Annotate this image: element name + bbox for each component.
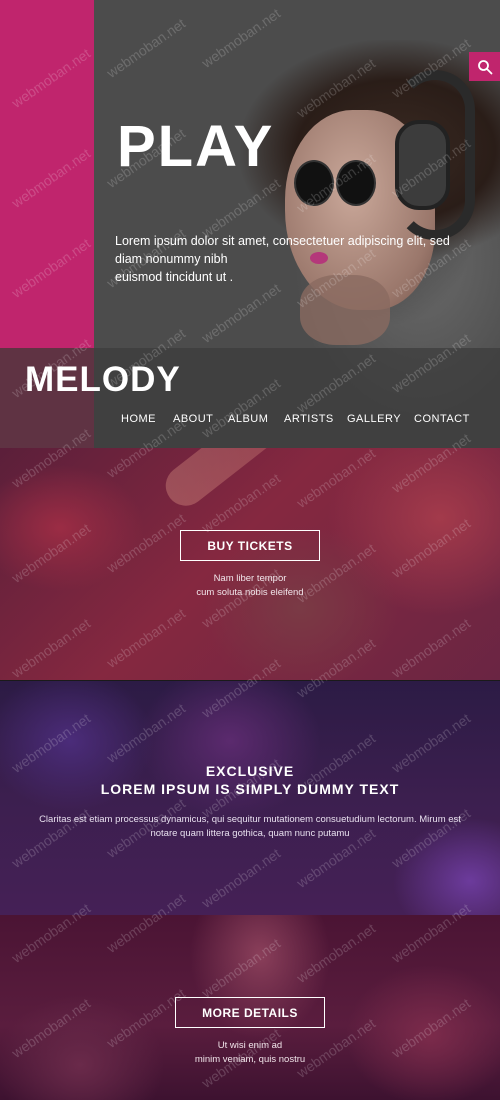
hero-text-line-2: diam nonummy nibh bbox=[115, 252, 228, 266]
tickets-caption-line-1: Nam liber tempor bbox=[213, 573, 287, 584]
exclusive-section: EXCLUSIVE LOREM IPSUM IS SIMPLY DUMMY TE… bbox=[0, 681, 500, 915]
nav-gallery[interactable]: GALLERY bbox=[347, 413, 401, 425]
tickets-caption: Nam liber tempor cum soluta nobis eleife… bbox=[0, 572, 500, 600]
headphone-cup-image bbox=[395, 120, 450, 210]
accent-strip bbox=[0, 0, 94, 348]
search-icon bbox=[477, 59, 492, 74]
page: PLAY Lorem ipsum dolor sit amet, consect… bbox=[0, 0, 500, 1100]
brand-logo[interactable]: MELODY bbox=[25, 362, 181, 397]
tickets-caption-line-2: cum soluta nobis eleifend bbox=[196, 587, 304, 598]
exclusive-paragraph: Claritas est etiam processus dynamicus, … bbox=[28, 813, 472, 841]
details-section: MORE DETAILS Ut wisi enim ad minim venia… bbox=[0, 915, 500, 1100]
nav-contact[interactable]: CONTACT bbox=[414, 413, 470, 425]
main-nav: HOME ABOUT ALBUM ARTISTS GALLERY CONTACT bbox=[0, 413, 500, 429]
details-caption: Ut wisi enim ad minim veniam, quis nostr… bbox=[0, 1039, 500, 1067]
hero-text-line-1: Lorem ipsum dolor sit amet, consectetuer… bbox=[115, 234, 450, 248]
exclusive-line-2: notare quam littera gothica, quam nunc p… bbox=[150, 828, 350, 839]
nav-about[interactable]: ABOUT bbox=[173, 413, 213, 425]
buy-tickets-button[interactable]: BUY TICKETS bbox=[180, 530, 320, 561]
details-caption-line-2: minim veniam, quis nostru bbox=[194, 1054, 306, 1065]
hero-title: PLAY bbox=[117, 114, 275, 179]
saxophone-image bbox=[157, 448, 419, 514]
nav-artists[interactable]: ARTISTS bbox=[284, 413, 334, 425]
more-details-button[interactable]: MORE DETAILS bbox=[175, 997, 325, 1028]
hero-description: Lorem ipsum dolor sit amet, consectetuer… bbox=[115, 232, 485, 286]
hero-text-line-3: euismod tincidunt ut . bbox=[115, 270, 234, 284]
hero-section: PLAY Lorem ipsum dolor sit amet, consect… bbox=[0, 0, 500, 448]
exclusive-subheading: LOREM IPSUM IS SIMPLY DUMMY TEXT bbox=[100, 781, 400, 797]
details-caption-line-1: Ut wisi enim ad bbox=[217, 1040, 283, 1051]
exclusive-heading: EXCLUSIVE bbox=[205, 763, 295, 779]
nav-home[interactable]: HOME bbox=[121, 413, 156, 425]
search-button[interactable] bbox=[469, 52, 500, 81]
tickets-section: BUY TICKETS Nam liber tempor cum soluta … bbox=[0, 448, 500, 680]
nav-album[interactable]: ALBUM bbox=[228, 413, 268, 425]
exclusive-line-1: Claritas est etiam processus dynamicus, … bbox=[39, 814, 461, 825]
sunglasses-image bbox=[288, 160, 378, 220]
